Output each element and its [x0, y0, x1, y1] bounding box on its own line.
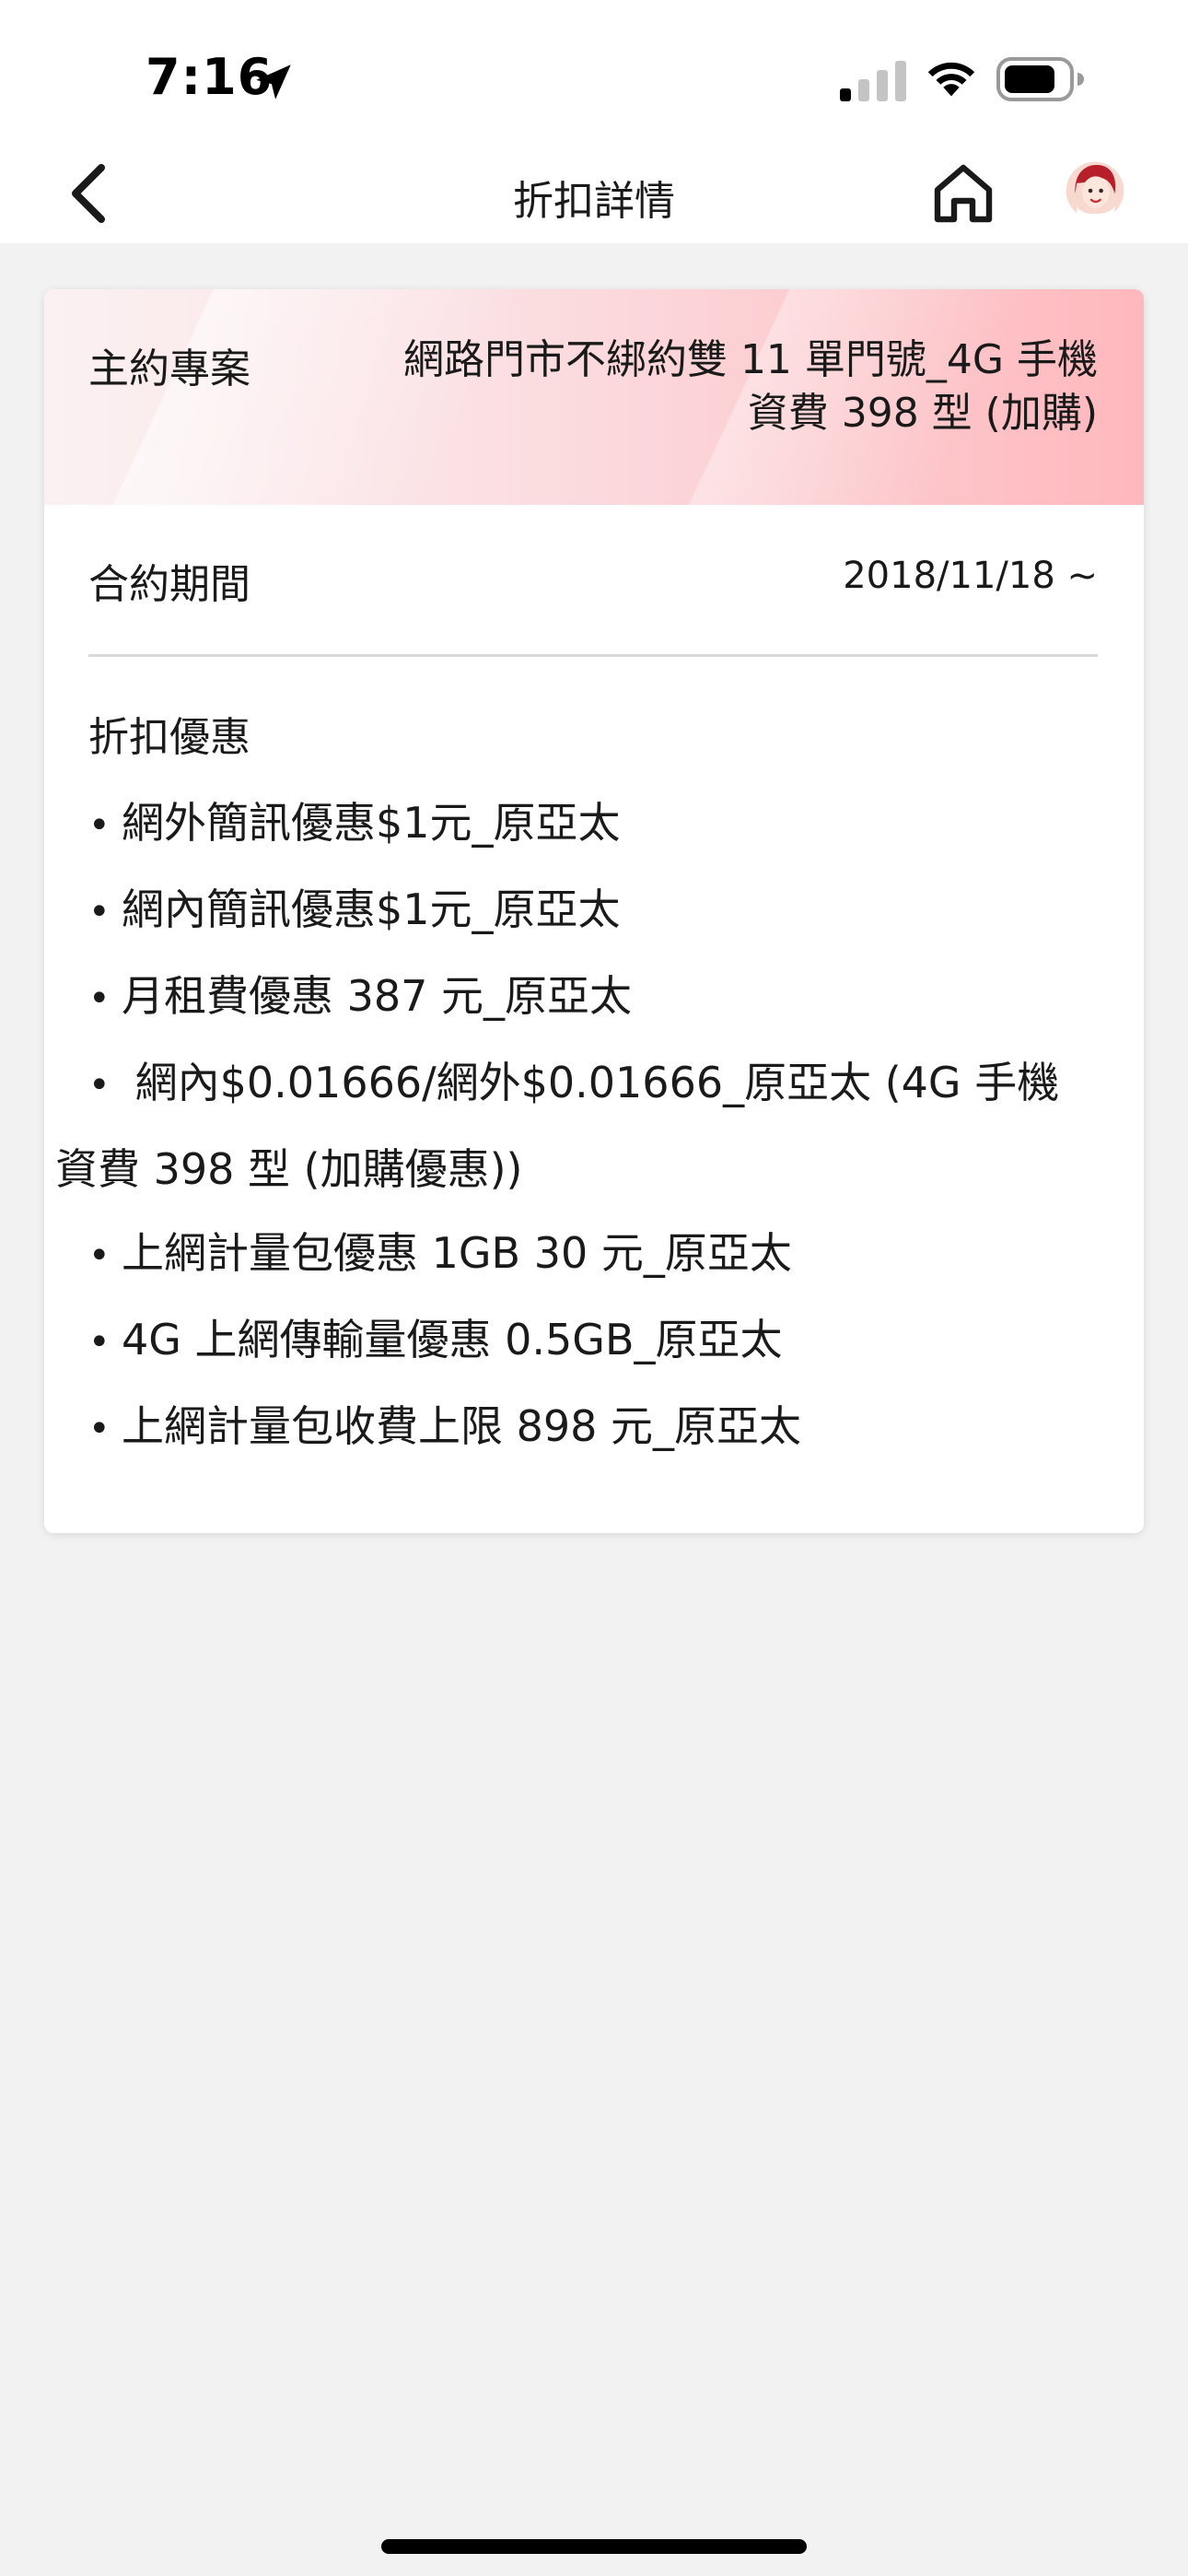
contract-period-value: 2018/11/18 ~	[843, 555, 1098, 597]
plan-header: 主約專案 網路門市不綁約雙 11 單門號_4G 手機 資費 398 型 (加購)	[44, 289, 1144, 505]
plan-value-line-1: 網路門市不綁約雙 11 單門號_4G 手機	[402, 336, 1098, 383]
list-item-line-1: 網內$0.01666/網外$0.01666_原亞太 (4G 手機	[134, 1058, 1060, 1107]
home-indicator[interactable]	[381, 2539, 807, 2554]
navigation-bar: 折扣詳情	[0, 147, 1188, 243]
page-title: 折扣詳情	[513, 178, 675, 225]
list-item-line-2: 資費 398 型 (加購優惠))	[55, 1144, 523, 1194]
wifi-icon	[927, 62, 975, 97]
list-item: 上網計量包收費上限 898 元_原亞太	[88, 1385, 1101, 1471]
home-icon[interactable]	[926, 157, 1000, 230]
discount-list: 網外簡訊優惠$1元_原亞太 網內簡訊優惠$1元_原亞太 月租費優惠 387 元_…	[55, 781, 1101, 1471]
list-item: 4G 上網傳輸量優惠 0.5GB_原亞太	[88, 1298, 1101, 1385]
list-item: 網內簡訊優惠$1元_原亞太	[88, 868, 1101, 954]
plan-value: 網路門市不綁約雙 11 單門號_4G 手機 資費 398 型 (加購)	[361, 334, 1098, 440]
list-item: 網內$0.01666/網外$0.01666_原亞太 (4G 手機 資費 398 …	[55, 1041, 1101, 1212]
list-item: 網外簡訊優惠$1元_原亞太	[88, 781, 1101, 868]
plan-value-line-2: 資費 398 型 (加購)	[747, 390, 1098, 437]
location-arrow-icon	[256, 64, 291, 100]
contract-period-label: 合約期間	[88, 561, 250, 608]
discount-label: 折扣優惠	[88, 714, 250, 761]
status-bar: 7:16	[0, 0, 1188, 147]
discount-detail-card: 主約專案 網路門市不綁約雙 11 單門號_4G 手機 資費 398 型 (加購)…	[44, 289, 1144, 1533]
battery-icon	[996, 57, 1084, 101]
list-item: 月租費優惠 387 元_原亞太	[88, 954, 1101, 1041]
divider	[88, 654, 1098, 657]
avatar[interactable]	[1065, 160, 1125, 221]
plan-label: 主約專案	[88, 345, 250, 392]
cellular-signal-icon	[840, 61, 906, 101]
list-item: 上網計量包優惠 1GB 30 元_原亞太	[88, 1212, 1101, 1298]
